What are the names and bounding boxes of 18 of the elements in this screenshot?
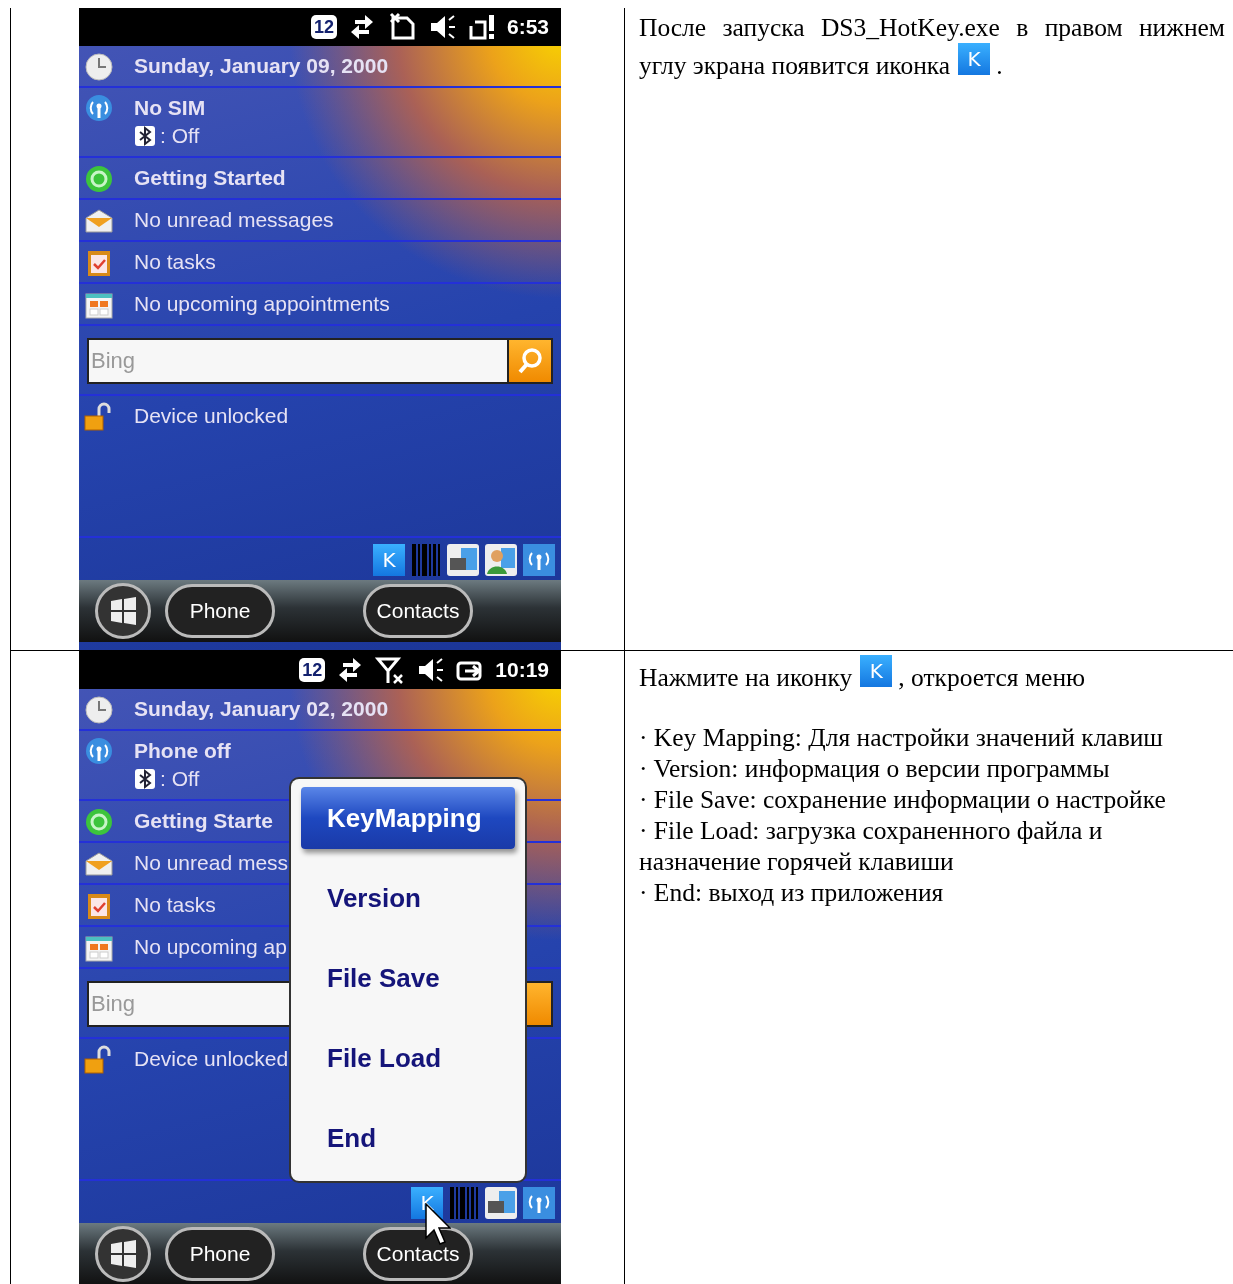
notification-badge: 12 — [310, 15, 337, 39]
punctuation-text: . — [996, 51, 1003, 80]
instruction-text: После запуска DS3_HotKey.exe в правом нижнем — [639, 13, 1225, 42]
clock-time: 10:19 — [495, 657, 549, 684]
instruction-text: Нажмите на иконку — [639, 663, 853, 692]
instruction-text: углу экрана появится иконка — [639, 51, 951, 80]
bullet-line: · File Load: загрузка сохраненного файла и назначение горячей клавиши — [639, 815, 1104, 877]
k-icon: K — [860, 655, 893, 687]
bluetooth-status: : Off — [160, 123, 200, 149]
k-icon: K — [958, 43, 991, 75]
bluetooth-status: : Off — [160, 766, 200, 792]
punctuation-text: , откроется меню — [898, 663, 1086, 692]
bullet-line: · File Save: сохранение информации о настройке — [639, 784, 1167, 815]
bullet-line: · Version: информация о версии программы — [639, 753, 1111, 784]
bullet-line: · Key Mapping: Для настройки значений клавиш — [639, 722, 1164, 753]
clock-time: 6:53 — [506, 14, 549, 41]
notification-badge: 12 — [299, 658, 326, 682]
bullet-line: · End: выход из приложения — [639, 877, 945, 908]
